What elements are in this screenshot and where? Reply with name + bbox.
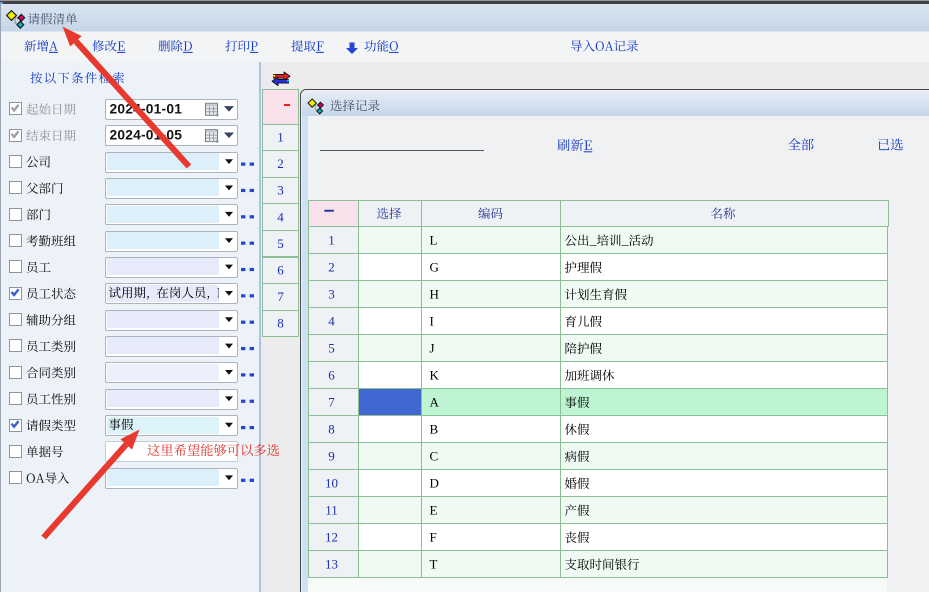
svg-text:L: L [430, 233, 438, 248]
svg-text:6: 6 [328, 368, 335, 383]
svg-text:G: G [430, 260, 439, 275]
svg-text:7: 7 [277, 289, 284, 304]
svg-text:2: 2 [328, 260, 335, 275]
svg-text:5: 5 [277, 236, 284, 251]
svg-text:2024-01-01: 2024-01-01 [110, 101, 183, 116]
svg-text:2024-01-05: 2024-01-05 [110, 128, 183, 143]
svg-text:12: 12 [325, 530, 338, 545]
svg-text:J: J [430, 341, 435, 356]
svg-text:4: 4 [328, 314, 335, 329]
svg-text:D: D [430, 476, 439, 491]
svg-text:6: 6 [277, 263, 284, 278]
svg-text:8: 8 [277, 316, 284, 331]
svg-text:3: 3 [277, 183, 284, 198]
svg-text:I: I [430, 314, 434, 329]
svg-text:5: 5 [328, 341, 335, 356]
svg-text:8: 8 [328, 422, 335, 437]
svg-text:2: 2 [277, 156, 284, 171]
svg-text:T: T [430, 557, 438, 572]
svg-text:1: 1 [277, 130, 284, 145]
svg-text:9: 9 [328, 449, 335, 464]
svg-text:3: 3 [328, 287, 335, 302]
svg-text:4: 4 [277, 209, 284, 224]
svg-text:H: H [430, 287, 439, 302]
svg-text:11: 11 [325, 503, 338, 518]
svg-text:1: 1 [328, 233, 335, 248]
svg-text:C: C [430, 449, 439, 464]
svg-text:13: 13 [325, 557, 338, 572]
svg-text:A: A [430, 395, 440, 410]
svg-text:10: 10 [325, 476, 338, 491]
svg-text:7: 7 [328, 395, 335, 410]
svg-text:B: B [430, 422, 439, 437]
svg-text:K: K [430, 368, 440, 383]
svg-text:F: F [430, 530, 437, 545]
svg-text:E: E [430, 503, 438, 518]
